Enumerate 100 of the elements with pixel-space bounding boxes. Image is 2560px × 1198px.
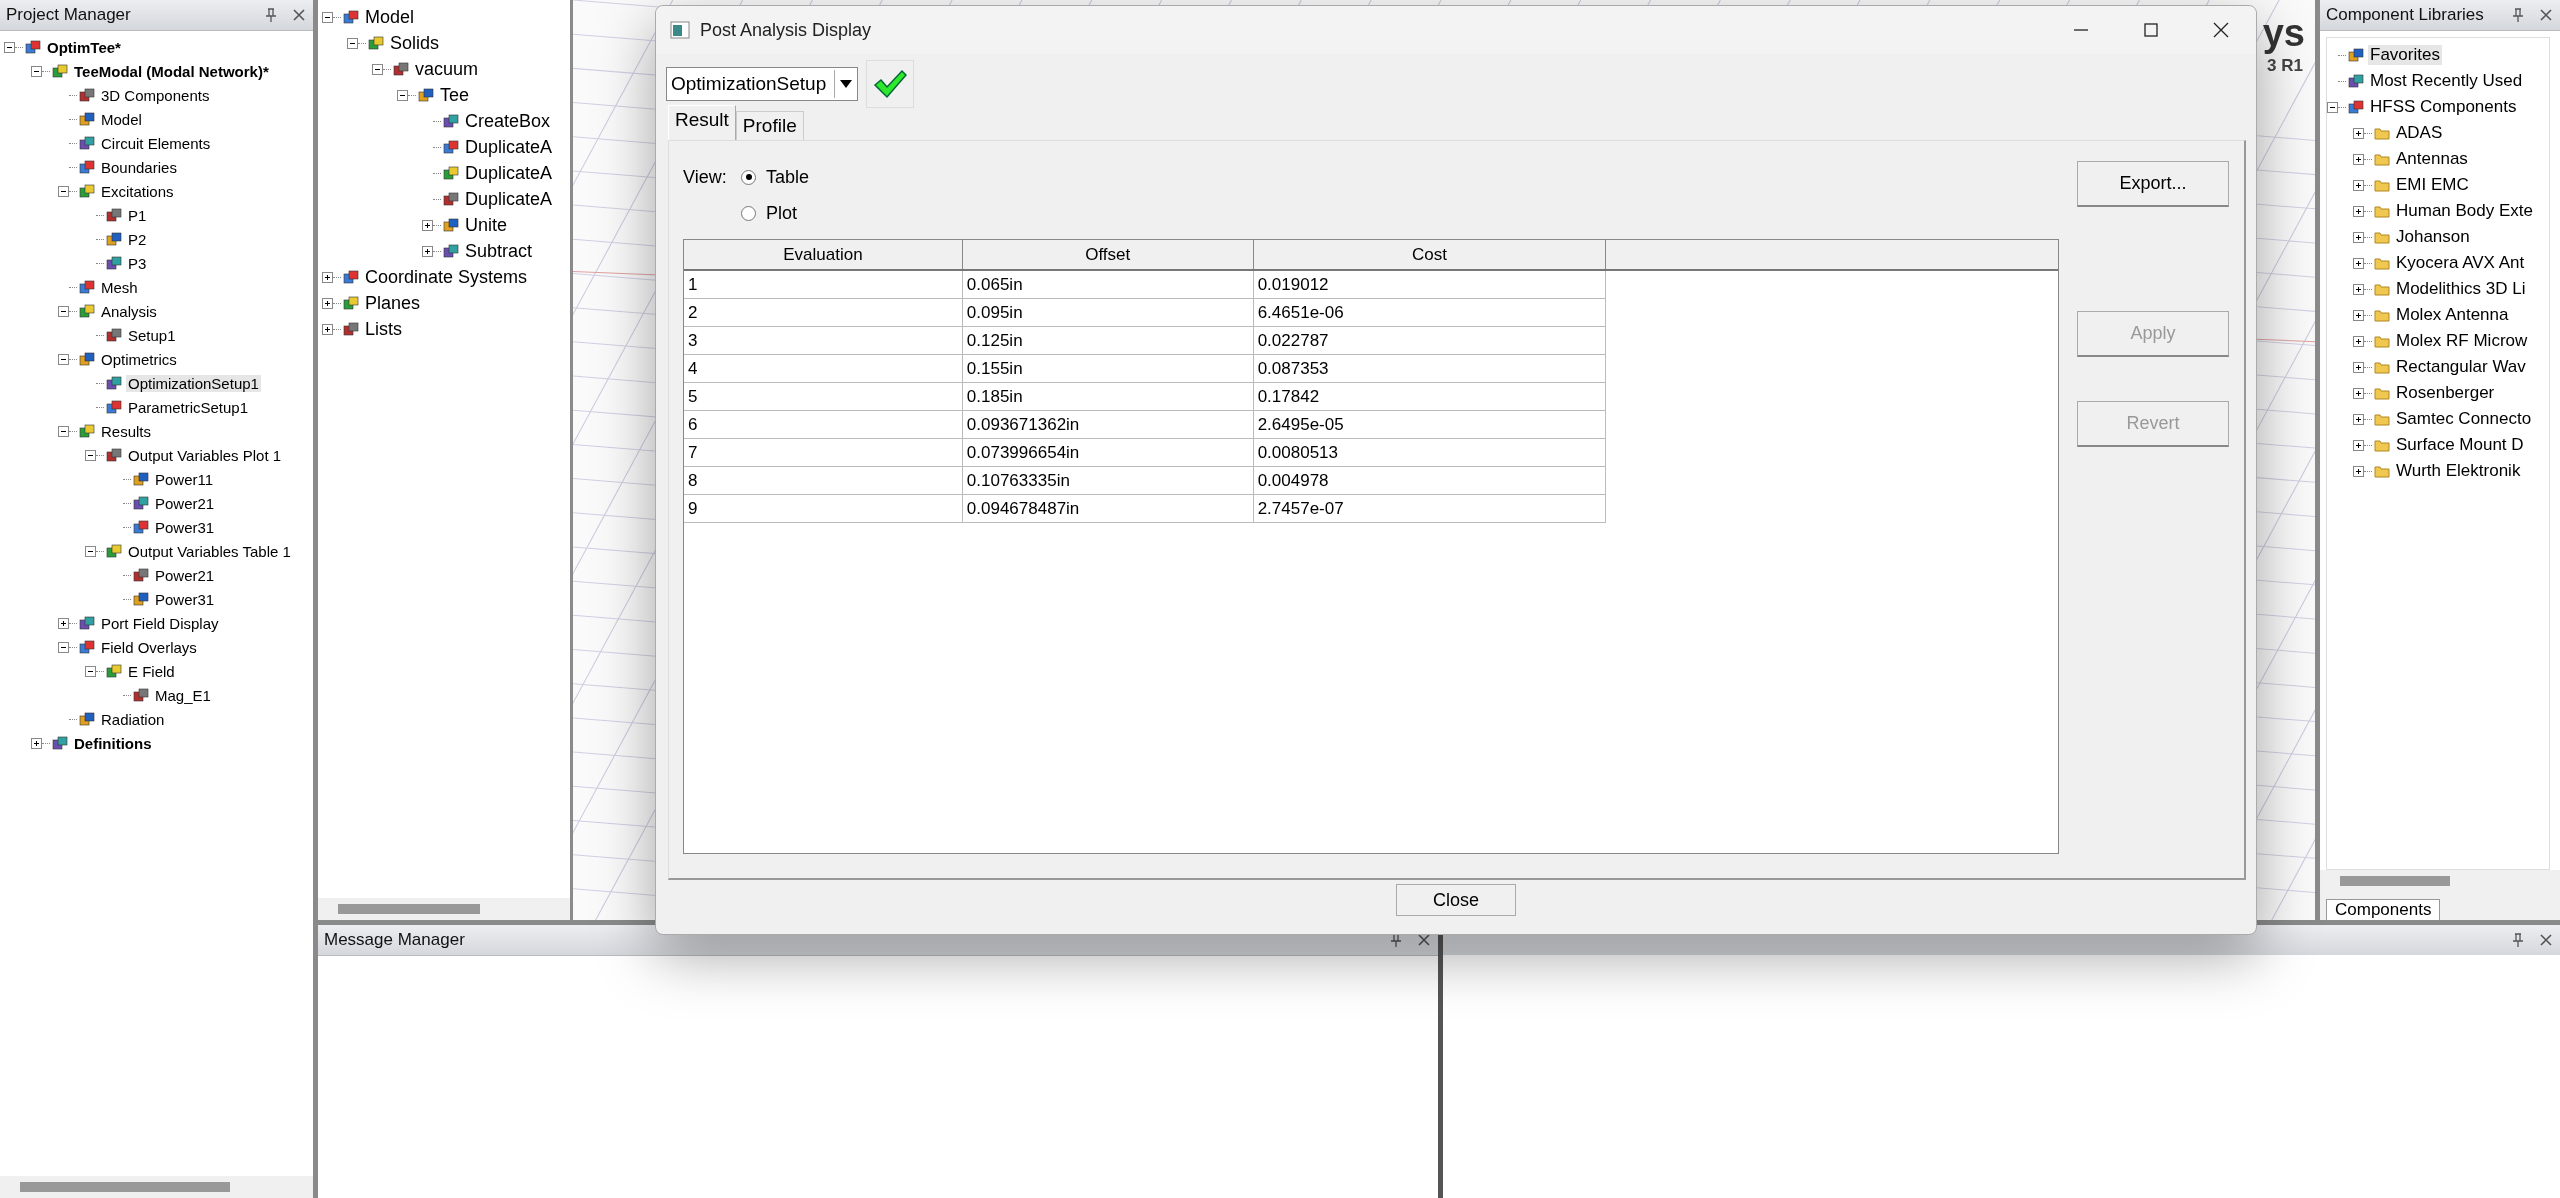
tree-item[interactable]: Human Body Exte: [2394, 201, 2535, 221]
tree-item[interactable]: Unite: [463, 214, 510, 236]
column-header[interactable]: Offset: [962, 240, 1254, 270]
radio-label[interactable]: Table: [766, 166, 810, 188]
panel-title: Message Manager: [324, 930, 466, 950]
table-cell: 6.4651e-06: [1253, 298, 1606, 327]
tree-item[interactable]: Rectangular Wav: [2394, 357, 2528, 377]
table-cell: 1: [684, 270, 963, 299]
table-cell: 0.019012: [1253, 270, 1606, 299]
radio-label[interactable]: Plot: [766, 202, 798, 224]
table-cell: 9: [684, 494, 963, 523]
tree-item[interactable]: EMI EMC: [2394, 175, 2471, 195]
table-cell: 8: [684, 466, 963, 495]
tree-item[interactable]: Results: [99, 422, 154, 440]
tree-item[interactable]: Samtec Connecto: [2394, 409, 2534, 429]
version-text: 3 R1: [2267, 56, 2303, 76]
tree-item[interactable]: Tee: [438, 84, 472, 106]
table-cell: 5: [684, 382, 963, 411]
table-cell: 2.6495e-05: [1253, 410, 1606, 439]
tree-item[interactable]: DuplicateA: [463, 188, 555, 210]
tree-item[interactable]: Antennas: [2394, 149, 2470, 169]
table-cell: 0.155in: [962, 354, 1254, 383]
tree-item[interactable]: Power21: [153, 494, 217, 512]
table-cell: 0.022787: [1253, 326, 1606, 355]
tree-item[interactable]: TeeModal (Modal Network)*: [72, 62, 271, 80]
close-button[interactable]: Close: [1396, 884, 1516, 916]
tree-item[interactable]: Planes: [363, 292, 423, 314]
tree-item[interactable]: Power31: [153, 518, 217, 536]
tree-item[interactable]: Boundaries: [99, 158, 179, 176]
tree-item[interactable]: Solids: [388, 32, 442, 54]
tree-item[interactable]: E Field: [126, 662, 177, 680]
table-cell: 2: [684, 298, 963, 327]
setup-dropdown[interactable]: OptimizationSetup: [666, 67, 858, 101]
tree-item[interactable]: 3D Components: [99, 86, 212, 104]
tree-item[interactable]: vacuum: [413, 58, 481, 80]
table-cell: 0.0080513: [1253, 438, 1606, 467]
tree-item[interactable]: CreateBox: [463, 110, 553, 132]
tree-item[interactable]: Modelithics 3D Li: [2394, 279, 2528, 299]
tree-item[interactable]: Surface Mount D: [2394, 435, 2526, 455]
tree-item[interactable]: P2: [126, 230, 149, 248]
tree-item[interactable]: Optimetrics: [99, 350, 179, 368]
tree-item[interactable]: Molex RF Microw: [2394, 331, 2530, 351]
tree-item[interactable]: P1: [126, 206, 149, 224]
tree-item[interactable]: DuplicateA: [463, 162, 555, 184]
tree-item[interactable]: Circuit Elements: [99, 134, 213, 152]
panel-title: Component Libraries: [2326, 5, 2485, 25]
tree-item[interactable]: Subtract: [463, 240, 535, 262]
tree-item[interactable]: Analysis: [99, 302, 159, 320]
tree-item[interactable]: ADAS: [2394, 123, 2445, 143]
table-cell: 0.065in: [962, 270, 1254, 299]
view-label: View:: [683, 166, 728, 188]
tree-item[interactable]: Radiation: [99, 710, 167, 728]
tree-item[interactable]: Power31: [153, 590, 217, 608]
tree-item[interactable]: Model: [363, 6, 417, 28]
table-cell: 2.7457e-07: [1253, 494, 1606, 523]
tree-item[interactable]: Rosenberger: [2394, 383, 2497, 403]
panel-tab[interactable]: Components: [2326, 899, 2441, 920]
tree-item[interactable]: Power21: [153, 566, 217, 584]
tree-item[interactable]: OptimTee*: [45, 38, 123, 56]
tree-item[interactable]: Lists: [363, 318, 404, 340]
tree-item[interactable]: Johanson: [2394, 227, 2472, 247]
tree-item[interactable]: Kyocera AVX Ant: [2394, 253, 2527, 273]
table-cell: 0.094678487in: [962, 494, 1254, 523]
tree-item[interactable]: DuplicateA: [463, 136, 555, 158]
tree-item[interactable]: Mag_E1: [153, 686, 213, 704]
column-header[interactable]: Cost: [1253, 240, 1606, 270]
tree-item[interactable]: Wurth Elektronik: [2394, 461, 2523, 481]
column-header[interactable]: Evaluation: [684, 240, 963, 270]
table-cell: 0.10763335in: [962, 466, 1254, 495]
table-cell: 0.125in: [962, 326, 1254, 355]
tree-item[interactable]: Port Field Display: [99, 614, 221, 632]
table-cell: 0.004978: [1253, 466, 1606, 495]
tab[interactable]: Profile: [735, 111, 804, 140]
tree-item[interactable]: Definitions: [72, 734, 154, 752]
table-cell: 6: [684, 410, 963, 439]
tree-item[interactable]: Coordinate Systems: [363, 266, 530, 288]
table-cell: 0.095in: [962, 298, 1254, 327]
tree-item[interactable]: P3: [126, 254, 149, 272]
tree-item[interactable]: ParametricSetup1: [126, 398, 251, 416]
tree-item[interactable]: Model: [99, 110, 144, 128]
table-cell: 7: [684, 438, 963, 467]
tree-item[interactable]: Mesh: [99, 278, 140, 296]
tree-item[interactable]: Molex Antenna: [2394, 305, 2511, 325]
tree-item[interactable]: HFSS Components: [2368, 97, 2519, 117]
tree-item[interactable]: Output Variables Table 1: [126, 542, 293, 560]
logo-text: ys: [2262, 12, 2305, 55]
table-cell: 0.073996654in: [962, 438, 1254, 467]
tree-item[interactable]: Favorites: [2368, 45, 2442, 65]
tree-item[interactable]: Excitations: [99, 182, 176, 200]
tab[interactable]: Result: [668, 105, 736, 140]
table-cell: 4: [684, 354, 963, 383]
tree-item[interactable]: Setup1: [126, 326, 178, 344]
tree-item[interactable]: Most Recently Used: [2368, 71, 2525, 91]
tree-item[interactable]: Output Variables Plot 1: [126, 446, 284, 464]
tree-item[interactable]: Power11: [153, 470, 216, 488]
table-cell: 3: [684, 326, 963, 355]
tree-item[interactable]: Field Overlays: [99, 638, 199, 656]
tree-item[interactable]: OptimizationSetup1: [126, 374, 261, 392]
dialog-button[interactable]: Export...: [2077, 161, 2229, 207]
table-cell: 0.093671362in: [962, 410, 1254, 439]
